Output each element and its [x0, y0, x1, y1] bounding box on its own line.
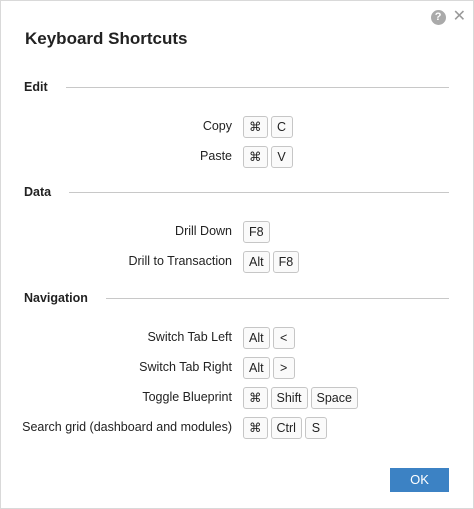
key-cap: Alt — [243, 357, 270, 379]
shortcut-row-paste: Paste ⌘ V — [1, 146, 473, 168]
shortcut-action-label: Drill Down — [175, 224, 232, 238]
key-cap: Shift — [270, 387, 308, 409]
shortcut-keys: ⌘ Shift Space — [243, 387, 358, 409]
shortcut-row-switch-tab-left: Switch Tab Left Alt < — [1, 327, 473, 349]
help-icon[interactable]: ? — [430, 9, 446, 25]
key-cap: Alt — [243, 251, 270, 273]
key-cap: ⌘ — [243, 417, 268, 439]
section-header-edit: Edit — [24, 80, 449, 94]
shortcut-row-toggle-blueprint: Toggle Blueprint ⌘ Shift Space — [1, 387, 473, 409]
window-controls: ? ✕ — [430, 9, 466, 25]
key-cap: Alt — [243, 327, 270, 349]
section-header-data: Data — [24, 185, 449, 199]
shortcut-keys: ⌘ V — [243, 146, 293, 168]
shortcut-action-label: Drill to Transaction — [128, 254, 232, 268]
key-cap: ⌘ — [243, 146, 268, 168]
shortcut-keys: ⌘ C — [243, 116, 293, 138]
shortcut-row-drill-down: Drill Down F8 — [1, 221, 473, 243]
ok-button[interactable]: OK — [390, 468, 449, 492]
section-label: Edit — [24, 80, 48, 94]
key-cap: > — [272, 357, 295, 379]
shortcut-row-search-grid: Search grid (dashboard and modules) ⌘ Ct… — [1, 417, 473, 439]
section-divider — [65, 86, 449, 88]
shortcut-action-label: Switch Tab Left — [147, 330, 232, 344]
shortcut-row-switch-tab-right: Switch Tab Right Alt > — [1, 357, 473, 379]
key-cap: S — [304, 417, 327, 439]
shortcut-row-copy: Copy ⌘ C — [1, 116, 473, 138]
key-cap: V — [270, 146, 293, 168]
shortcut-action-label: Copy — [202, 119, 232, 133]
section-divider — [105, 297, 449, 299]
key-cap: Space — [310, 387, 358, 409]
section-label: Navigation — [24, 291, 88, 305]
shortcut-action-label: Search grid (dashboard and modules) — [22, 420, 232, 434]
shortcut-action-label: Switch Tab Right — [139, 360, 232, 374]
shortcut-keys: ⌘ Ctrl S — [243, 417, 327, 439]
section-divider — [69, 191, 449, 193]
close-icon[interactable]: ✕ — [453, 9, 466, 25]
section-label: Data — [24, 185, 52, 199]
keyboard-shortcuts-dialog: ? ✕ Keyboard Shortcuts Edit Copy ⌘ C Pas… — [0, 0, 474, 509]
key-cap: ⌘ — [243, 387, 268, 409]
shortcut-action-label: Paste — [200, 149, 232, 163]
shortcut-row-drill-to-transaction: Drill to Transaction Alt F8 — [1, 251, 473, 273]
shortcut-keys: Alt F8 — [243, 251, 300, 273]
key-cap: ⌘ — [243, 116, 268, 138]
key-cap: F8 — [272, 251, 300, 273]
key-cap: C — [270, 116, 293, 138]
shortcut-keys: Alt < — [243, 327, 295, 349]
section-header-navigation: Navigation — [24, 291, 449, 305]
shortcut-keys: Alt > — [243, 357, 295, 379]
dialog-title: Keyboard Shortcuts — [25, 29, 188, 48]
key-cap: F8 — [243, 221, 270, 243]
key-cap: < — [272, 327, 295, 349]
shortcut-keys: F8 — [243, 221, 270, 243]
shortcut-action-label: Toggle Blueprint — [142, 390, 232, 404]
key-cap: Ctrl — [270, 417, 302, 439]
